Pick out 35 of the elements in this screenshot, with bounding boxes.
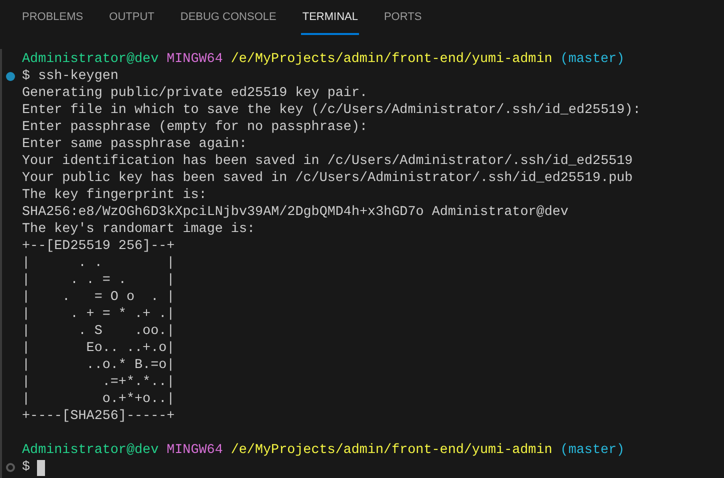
command-text: $ ssh-keygen xyxy=(22,68,118,85)
output-text: | o.+*+o..| xyxy=(22,392,175,407)
prompt-text: /e/MyProjects/admin/front-end/yumi-admin xyxy=(230,51,552,68)
output-text: Enter same passphrase again: xyxy=(22,137,247,152)
output-text: Your public key has been saved in /c/Users/Administrator/.ssh/id_ed25519.pub xyxy=(22,171,633,186)
output-text: | . = O o . | xyxy=(22,290,175,305)
output-text: | . S .oo.| xyxy=(22,324,175,339)
panel-tab[interactable]: PROBLEMS xyxy=(21,0,84,35)
output-text: SHA256:e8/WzOGh6D3kXpciLNjbv39AM/2DgbQMD4h+x3hGD7o Administrator@dev xyxy=(22,205,568,220)
prompt-text: /e/MyProjects/admin/front-end/yumi-admin xyxy=(230,442,552,459)
output-text: Enter passphrase (empty for no passphrase): xyxy=(22,120,368,135)
output-text: Enter file in which to save the key (/c/Users/Administrator/.ssh/id_ed25519): xyxy=(22,103,641,118)
output-text: | . . = . | xyxy=(22,273,175,288)
panel-tab[interactable]: DEBUG CONSOLE xyxy=(179,0,278,35)
panel-tab[interactable]: TERMINAL xyxy=(301,0,359,35)
prompt-text: MINGW64 xyxy=(166,442,223,459)
output-text: Generating public/private ed25519 key pair. xyxy=(22,86,368,101)
output-text: | . + = * .+ .| xyxy=(22,307,175,322)
output-text: +----[SHA256]-----+ xyxy=(22,409,175,424)
output-text: | .=+*.*..| xyxy=(22,375,175,390)
panel-tab[interactable]: PORTS xyxy=(382,0,423,35)
prompt-text: MINGW64 xyxy=(166,51,223,68)
output-text: Your identification has been saved in /c/Users/Administrator/.ssh/id_ed25519 xyxy=(22,154,633,169)
output-text: +--[ED25519 256]--+ xyxy=(22,239,175,254)
panel-tab[interactable]: OUTPUT xyxy=(108,0,156,35)
output-text: The key's randomart image is: xyxy=(22,222,256,237)
output-text: | . . | xyxy=(22,256,175,271)
output-text: | Eo.. ..+.o| xyxy=(22,341,175,356)
prompt-text: Administrator@dev xyxy=(22,51,159,68)
output-text: The key fingerprint is: xyxy=(22,188,207,203)
output-text: | ..o.* B.=o| xyxy=(22,358,175,373)
prompt-text: Administrator@dev xyxy=(22,442,159,459)
prompt-text: (master) xyxy=(560,442,625,459)
prompt-text: (master) xyxy=(560,51,625,68)
command-text: $ xyxy=(22,459,30,476)
